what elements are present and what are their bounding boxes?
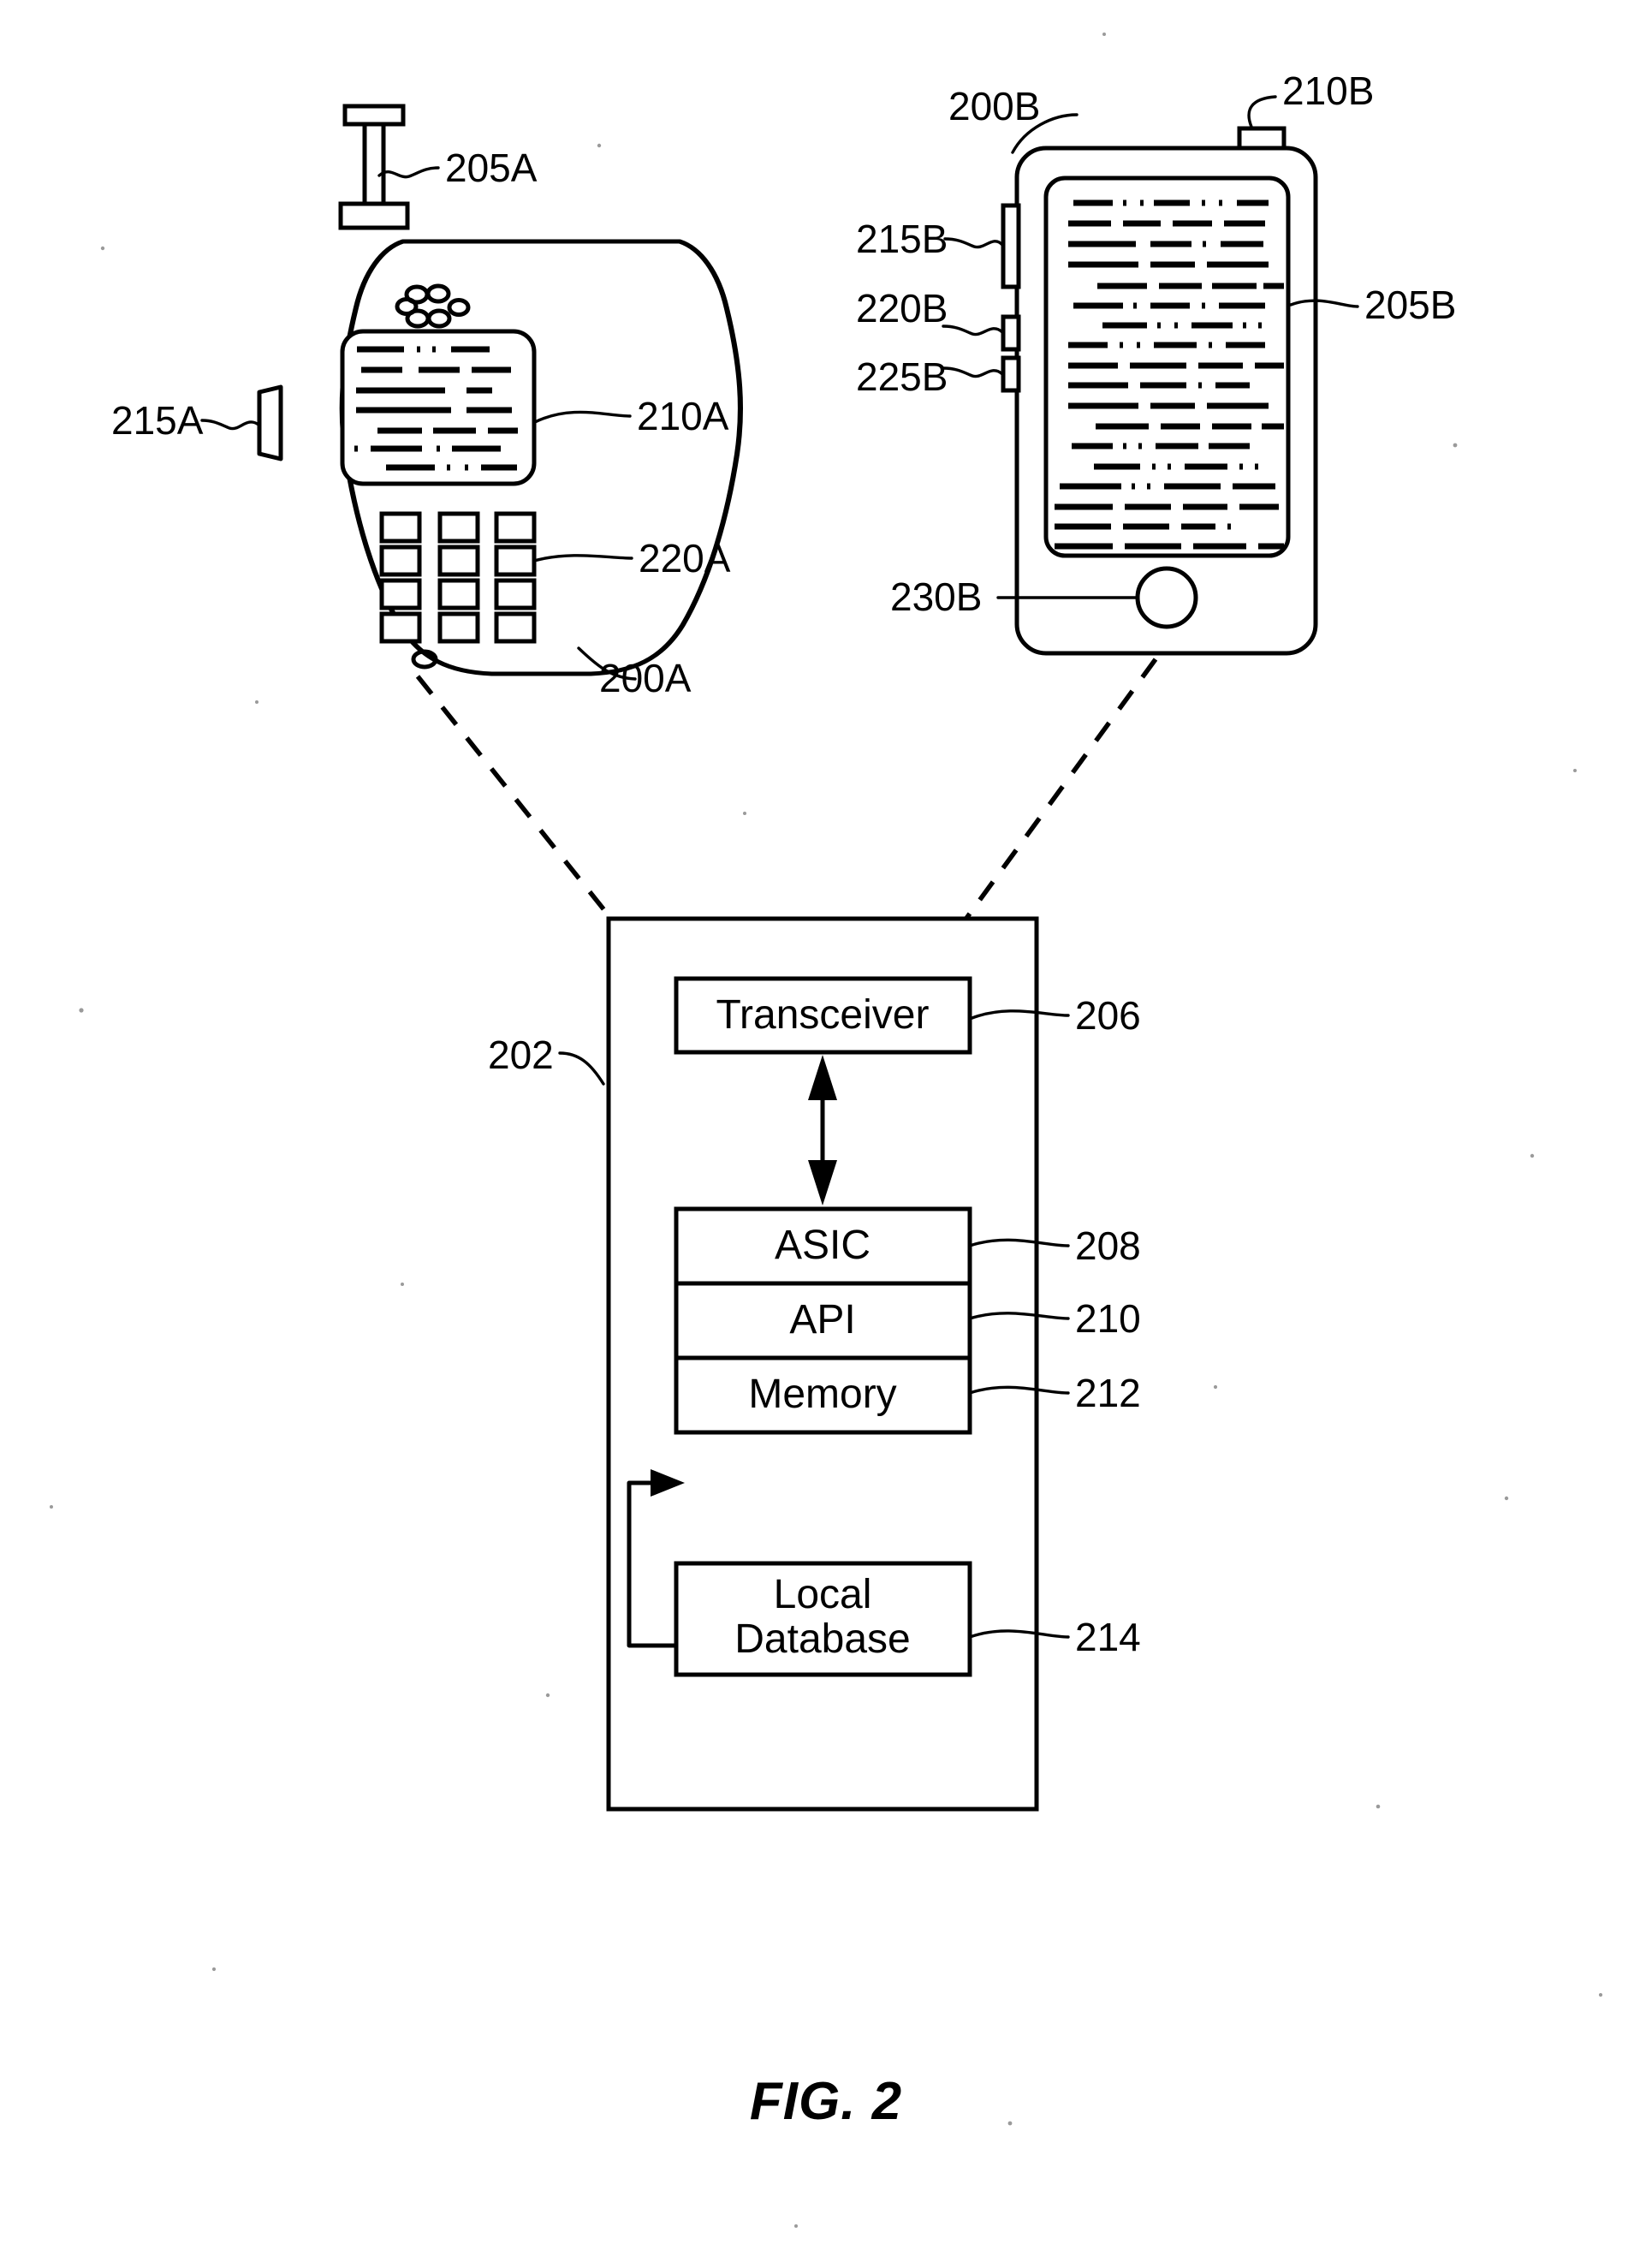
ref-label-205A: 205A xyxy=(445,146,538,190)
ref-label-210A: 210A xyxy=(637,394,729,438)
block-stack: ASIC API Memory xyxy=(674,1206,972,1435)
phone-top-connector xyxy=(1237,126,1287,151)
ref-label-200A: 200A xyxy=(599,656,692,700)
keypad-key[interactable] xyxy=(494,578,537,610)
block-label-asic: ASIC xyxy=(775,1223,871,1268)
device-smartphone[interactable] xyxy=(1001,126,1318,656)
phone-side-button-low[interactable] xyxy=(1001,355,1021,393)
ref-label-212: 212 xyxy=(1075,1371,1141,1415)
ref-label-220B: 220B xyxy=(856,286,948,330)
ref-label-215A: 215A xyxy=(111,398,204,443)
keypad-key[interactable] xyxy=(437,611,480,644)
phone-volume-button[interactable] xyxy=(1001,203,1021,289)
ref-label-225B: 225B xyxy=(856,354,948,399)
keypad-key[interactable] xyxy=(437,545,480,577)
ref-label-220A: 220A xyxy=(639,536,731,580)
block-label-transceiver: Transceiver xyxy=(716,992,930,1038)
ref-label-215B: 215B xyxy=(856,217,948,261)
block-label-memory: Memory xyxy=(748,1372,896,1417)
ref-label-210: 210 xyxy=(1075,1296,1141,1341)
figure-canvas: 205A 210A 220A 200A 215A 200B 210B 205B … xyxy=(0,0,1652,2262)
block-label-api: API xyxy=(789,1297,855,1342)
ref-label-208: 208 xyxy=(1075,1223,1141,1268)
keypad-key[interactable] xyxy=(379,545,422,577)
keypad-key[interactable] xyxy=(494,511,537,544)
patent-figure-2: 205A 210A 220A 200A 215A 200B 210B 205B … xyxy=(0,0,1652,2262)
keypad-key[interactable] xyxy=(494,611,537,644)
phone-home-button[interactable] xyxy=(1135,566,1198,629)
block-label-local-database-line2: Database xyxy=(734,1616,910,1662)
figure-caption: FIG. 2 xyxy=(750,2072,902,2131)
ref-label-202: 202 xyxy=(488,1033,554,1077)
ref-label-205B: 205B xyxy=(1364,283,1456,327)
ref-label-214: 214 xyxy=(1075,1615,1141,1659)
ref-label-206: 206 xyxy=(1075,993,1141,1038)
keypad-key[interactable] xyxy=(379,611,422,644)
ref-label-210B: 210B xyxy=(1282,68,1374,113)
ref-label-230B: 230B xyxy=(890,574,982,619)
keypad-key[interactable] xyxy=(379,578,422,610)
keypad-key[interactable] xyxy=(437,578,480,610)
keypad-key[interactable] xyxy=(379,511,422,544)
phone-side-button-mid[interactable] xyxy=(1001,314,1021,352)
ref-label-200B: 200B xyxy=(948,84,1040,128)
keypad-key[interactable] xyxy=(494,545,537,577)
keypad-key[interactable] xyxy=(437,511,480,544)
block-label-local-database-line1: Local xyxy=(774,1572,872,1617)
